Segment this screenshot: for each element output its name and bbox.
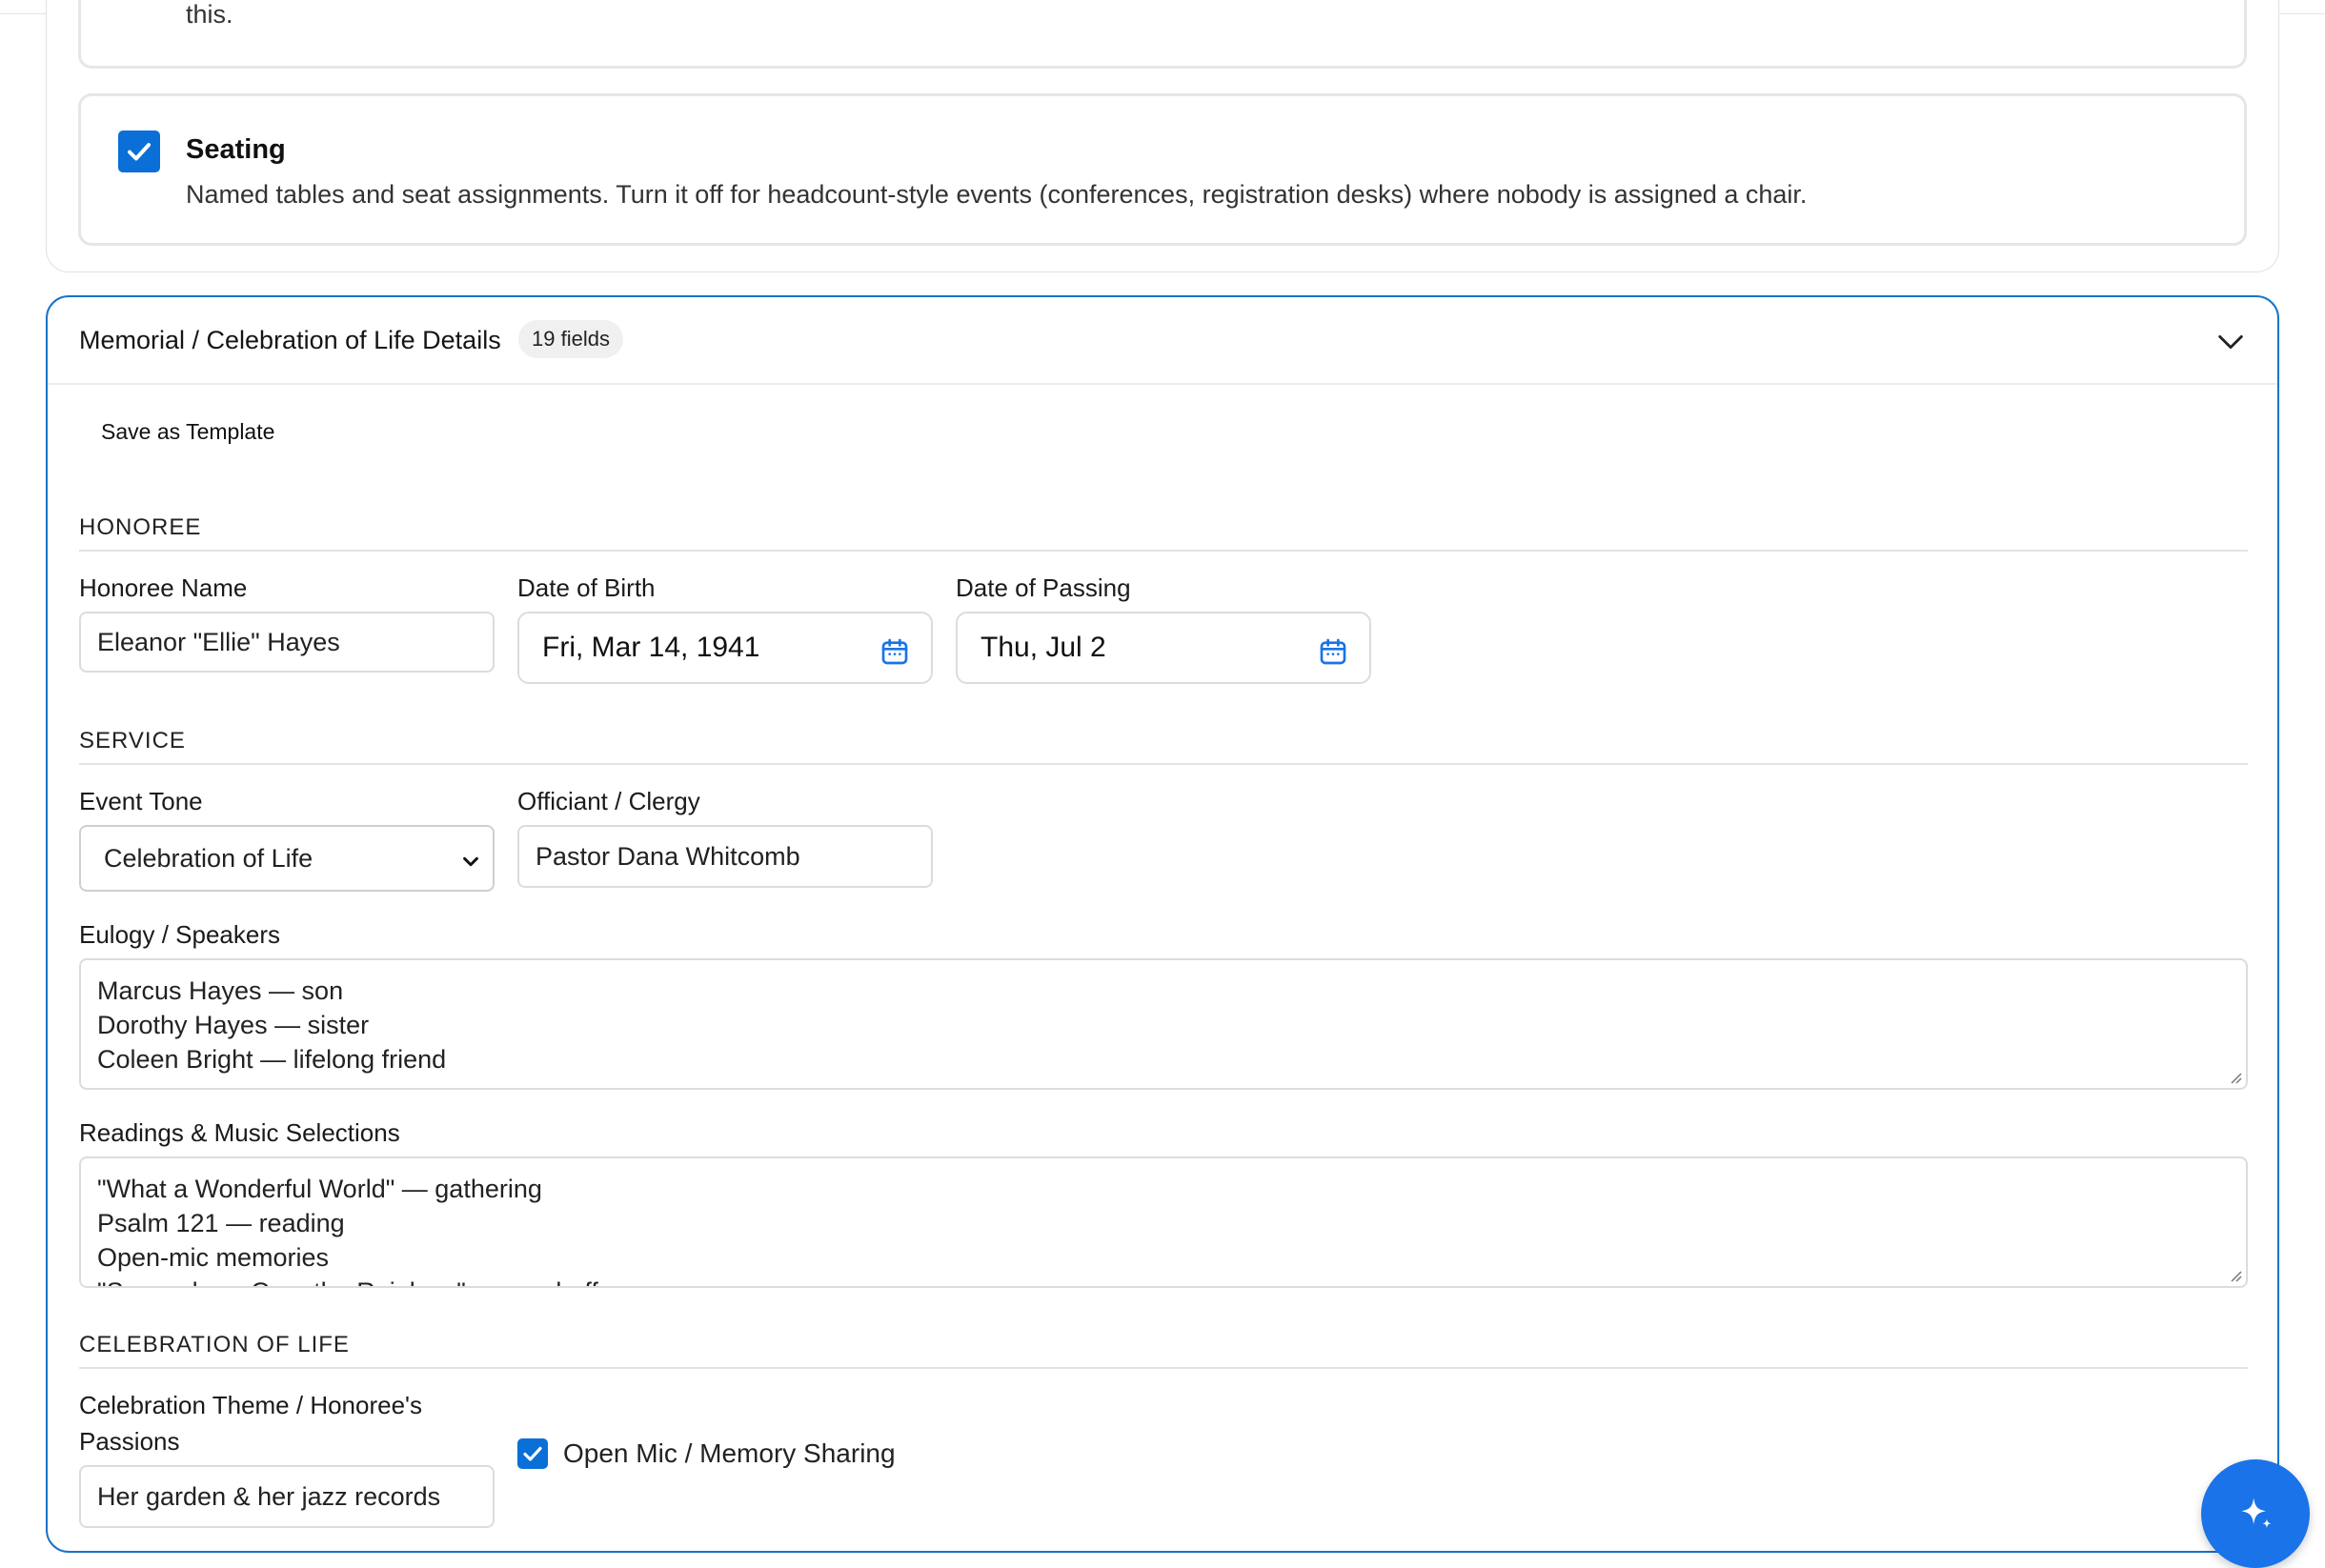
event-tone-value: Celebration of Life bbox=[104, 843, 313, 873]
celebration-theme-label-line2: Passions bbox=[79, 1427, 180, 1456]
event-tone-label: Event Tone bbox=[79, 787, 203, 815]
calendar-icon[interactable] bbox=[1318, 636, 1348, 667]
honoree-name-input[interactable]: Eleanor "Ellie" Hayes bbox=[79, 612, 495, 673]
section-heading-honoree: HONOREE bbox=[79, 514, 202, 540]
readings-line: Psalm 121 — reading bbox=[97, 1209, 345, 1237]
seating-title: Seating bbox=[186, 134, 286, 165]
memorial-card-header[interactable]: Memorial / Celebration of Life Details 1… bbox=[48, 297, 2277, 385]
memorial-details-card: Memorial / Celebration of Life Details 1… bbox=[46, 295, 2279, 1553]
section-heading-service: SERVICE bbox=[79, 728, 186, 754]
open-mic-checkbox[interactable] bbox=[517, 1438, 548, 1469]
section-divider bbox=[79, 763, 2248, 765]
seating-description: Named tables and seat assignments. Turn … bbox=[186, 180, 1808, 209]
option-card-seating[interactable]: Seating Named tables and seat assignment… bbox=[78, 93, 2247, 246]
officiant-input[interactable]: Pastor Dana Whitcomb bbox=[517, 825, 933, 888]
celebration-theme-label-line1: Celebration Theme / Honoree's bbox=[79, 1391, 423, 1419]
readings-music-label: Readings & Music Selections bbox=[79, 1118, 400, 1147]
officiant-value: Pastor Dana Whitcomb bbox=[536, 841, 800, 871]
honoree-name-label: Honoree Name bbox=[79, 573, 248, 602]
date-of-passing-label: Date of Passing bbox=[956, 573, 1131, 602]
section-heading-celebration: CELEBRATION OF LIFE bbox=[79, 1332, 350, 1357]
date-of-birth-value: Fri, Mar 14, 1941 bbox=[542, 632, 760, 663]
checkmark-icon bbox=[523, 1446, 542, 1461]
readings-line: Open-mic memories bbox=[97, 1243, 330, 1272]
chevron-down-icon[interactable] bbox=[2214, 326, 2247, 358]
readings-music-textarea[interactable]: "What a Wonderful World" — gathering Psa… bbox=[79, 1156, 2248, 1288]
chevron-down-icon bbox=[463, 856, 478, 867]
memorial-card-title: Memorial / Celebration of Life Details bbox=[79, 326, 501, 354]
honoree-name-value: Eleanor "Ellie" Hayes bbox=[97, 627, 340, 656]
option-card-previous: this. bbox=[78, 0, 2247, 69]
resize-handle-icon[interactable] bbox=[2227, 1069, 2242, 1084]
open-mic-label[interactable]: Open Mic / Memory Sharing bbox=[563, 1438, 896, 1469]
eulogy-speakers-textarea[interactable]: Marcus Hayes — son Dorothy Hayes — siste… bbox=[79, 958, 2248, 1090]
checkmark-icon bbox=[128, 143, 151, 161]
eulogy-line: Marcus Hayes — son bbox=[97, 976, 344, 1005]
celebration-theme-input[interactable]: Her garden & her jazz records bbox=[79, 1465, 495, 1528]
eulogy-line: Coleen Bright — lifelong friend bbox=[97, 1045, 447, 1074]
date-of-birth-input[interactable]: Fri, Mar 14, 1941 bbox=[517, 612, 933, 684]
resize-handle-icon[interactable] bbox=[2227, 1267, 2242, 1282]
date-of-passing-value: Thu, Jul 2 bbox=[981, 632, 1106, 663]
calendar-icon[interactable] bbox=[879, 636, 910, 667]
event-tone-select[interactable]: Celebration of Life bbox=[79, 825, 495, 892]
readings-line: "Somewhere Over the Rainbow" — send-off bbox=[97, 1275, 2230, 1286]
date-of-birth-label: Date of Birth bbox=[517, 573, 656, 602]
field-count-badge: 19 fields bbox=[518, 320, 623, 358]
sparkle-icon bbox=[2241, 1498, 2272, 1529]
date-of-passing-input[interactable]: Thu, Jul 2 bbox=[956, 612, 1371, 684]
option-description-tail: this. bbox=[186, 0, 233, 29]
save-as-template-button[interactable]: Save as Template bbox=[101, 419, 274, 445]
section-divider bbox=[79, 550, 2248, 552]
celebration-theme-value: Her garden & her jazz records bbox=[97, 1481, 441, 1511]
readings-line: "What a Wonderful World" — gathering bbox=[97, 1175, 542, 1203]
seating-checkbox[interactable] bbox=[118, 131, 160, 172]
section-divider bbox=[79, 1367, 2248, 1369]
officiant-label: Officiant / Clergy bbox=[517, 787, 700, 815]
ai-assist-fab[interactable] bbox=[2201, 1459, 2310, 1568]
eulogy-line: Dorothy Hayes — sister bbox=[97, 1011, 370, 1039]
eulogy-speakers-label: Eulogy / Speakers bbox=[79, 920, 281, 949]
